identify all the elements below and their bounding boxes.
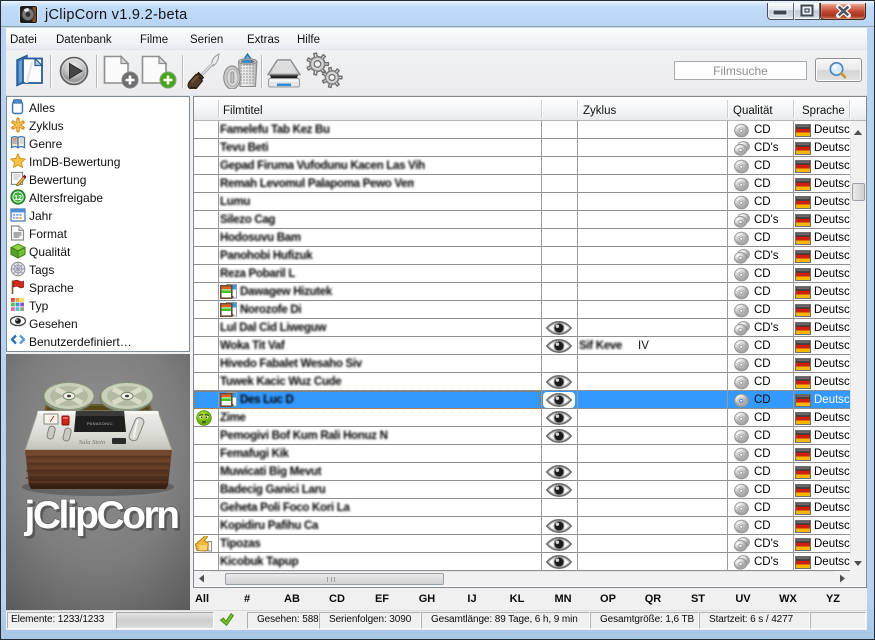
svg-text:PANASONIC: PANASONIC <box>87 421 113 426</box>
svg-text:Sala Stein: Sala Stein <box>79 439 105 446</box>
svg-text:12: 12 <box>14 195 22 202</box>
svg-text:jClipCorn: jClipCorn <box>24 494 179 537</box>
